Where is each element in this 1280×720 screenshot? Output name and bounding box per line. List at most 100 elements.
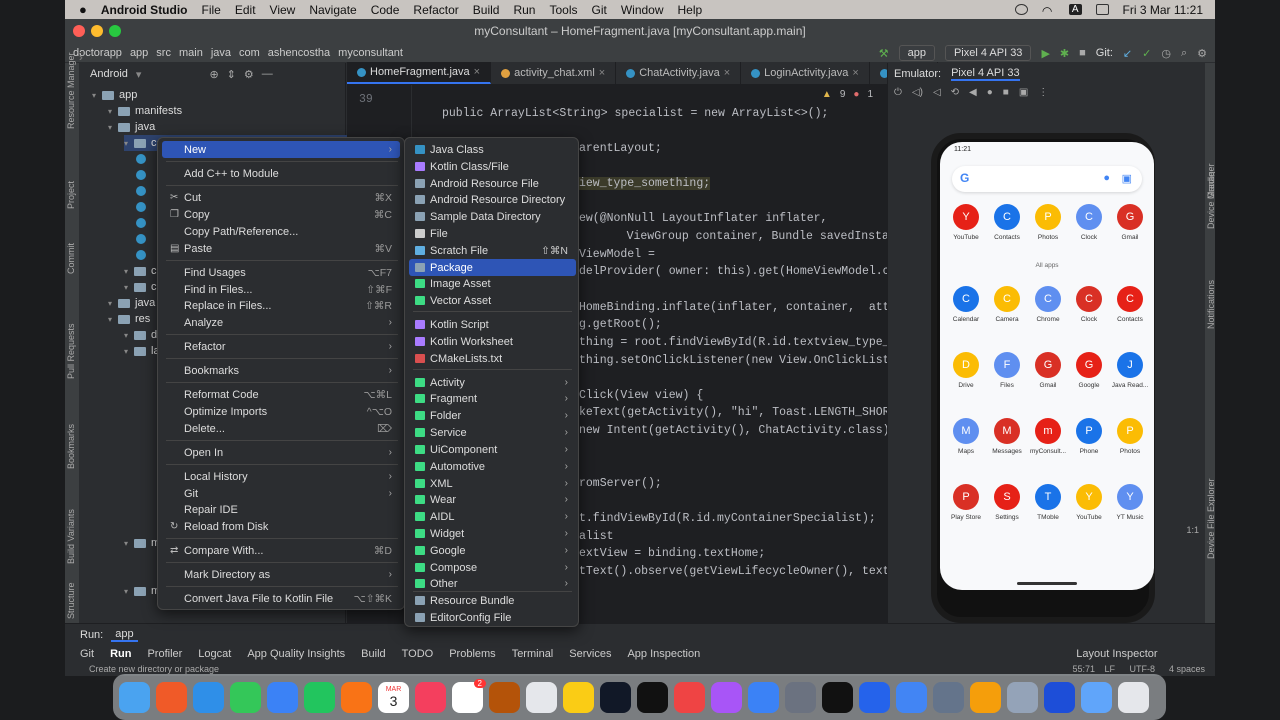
- hide-icon[interactable]: —: [262, 68, 273, 80]
- context-menu-item[interactable]: Delete... ⌦: [162, 420, 400, 437]
- app-icon[interactable]: C Calendar: [946, 286, 986, 323]
- tool-tab[interactable]: App Quality Insights: [247, 648, 345, 660]
- new-submenu-item[interactable]: Kotlin Script: [409, 316, 576, 333]
- mic-icon[interactable]: ●: [1103, 172, 1110, 184]
- app-icon[interactable]: C Clock: [1069, 286, 1109, 323]
- expand-arrow-icon[interactable]: ▾: [124, 331, 128, 340]
- app-icon[interactable]: P Photos: [1110, 418, 1150, 455]
- tool-tab[interactable]: Profiler: [147, 648, 182, 660]
- app-icon[interactable]: P Phone: [1069, 418, 1109, 455]
- git-update-icon[interactable]: ↙: [1123, 47, 1132, 60]
- wifi-icon[interactable]: ◠: [1042, 4, 1055, 18]
- minimize-window-button[interactable]: [91, 25, 103, 37]
- side-tool-label[interactable]: Commit: [66, 243, 76, 274]
- device-select[interactable]: Pixel 4 API 33: [944, 45, 1032, 61]
- dock-app-icon[interactable]: [637, 681, 668, 713]
- dock-app-icon[interactable]: [896, 681, 927, 713]
- new-submenu-item[interactable]: Wear ›: [409, 491, 576, 508]
- dock-app-icon[interactable]: [526, 681, 557, 713]
- new-submenu-item[interactable]: AIDL ›: [409, 508, 576, 525]
- new-submenu-item[interactable]: UiComponent ›: [409, 441, 576, 458]
- expand-arrow-icon[interactable]: ▾: [108, 315, 112, 324]
- side-tool-label[interactable]: Build Variants: [66, 509, 76, 564]
- tool-tab[interactable]: Git: [80, 648, 94, 660]
- breadcrumb-item[interactable]: myconsultant: [338, 47, 403, 59]
- expand-arrow-icon[interactable]: ▾: [124, 283, 128, 292]
- locate-icon[interactable]: ⊕: [209, 68, 218, 81]
- tool-tab[interactable]: Layout Inspector: [1076, 648, 1157, 660]
- context-menu-item[interactable]: Repair IDE: [162, 501, 400, 518]
- zoom-window-button[interactable]: [109, 25, 121, 37]
- tool-tab[interactable]: Terminal: [512, 648, 554, 660]
- context-menu-item[interactable]: Refactor ›: [162, 338, 400, 355]
- new-submenu-item[interactable]: Scratch File ⇧⌘N: [409, 242, 576, 259]
- dock-app-icon[interactable]: [489, 681, 520, 713]
- breadcrumb-item[interactable]: src: [156, 47, 171, 59]
- tree-class-row[interactable]: [136, 231, 151, 247]
- dock-app-icon[interactable]: [933, 681, 964, 713]
- new-submenu-item[interactable]: Package: [409, 259, 576, 276]
- context-menu-item[interactable]: ↻ Reload from Disk: [162, 518, 400, 535]
- app-icon[interactable]: C Contacts: [987, 204, 1027, 241]
- new-submenu-item[interactable]: Compose ›: [409, 559, 576, 576]
- phone-search-bar[interactable]: G ● ▣: [952, 166, 1142, 192]
- dock-app-icon[interactable]: [230, 681, 261, 713]
- expand-arrow-icon[interactable]: ▾: [92, 91, 96, 100]
- tree-class-row[interactable]: [136, 199, 151, 215]
- app-icon[interactable]: G Gmail: [1028, 352, 1068, 389]
- dock-app-icon[interactable]: [1044, 681, 1075, 713]
- context-menu-item[interactable]: Add C++ to Module: [162, 165, 400, 182]
- context-menu-item[interactable]: New ›: [162, 141, 400, 158]
- menubar-item[interactable]: Git: [591, 3, 606, 17]
- dock-app-icon[interactable]: [785, 681, 816, 713]
- new-submenu-item[interactable]: Java Class: [409, 141, 576, 158]
- lens-icon[interactable]: ▣: [1122, 172, 1132, 185]
- tree-row[interactable]: ▾ java: [108, 295, 155, 311]
- dock-app-icon[interactable]: [1118, 681, 1149, 713]
- menubar-item[interactable]: Build: [473, 3, 500, 17]
- new-submenu-item[interactable]: Kotlin Worksheet: [409, 333, 576, 350]
- side-tool-label[interactable]: Bookmarks: [66, 424, 76, 469]
- app-icon[interactable]: Y YouTube: [1069, 484, 1109, 521]
- tree-row[interactable]: ▾ res: [108, 311, 150, 327]
- new-submenu-item[interactable]: File: [409, 225, 576, 242]
- git-commit-icon[interactable]: ✓: [1142, 47, 1151, 60]
- tool-tab[interactable]: Problems: [449, 648, 495, 660]
- expand-arrow-icon[interactable]: ▾: [124, 267, 128, 276]
- menubar-item[interactable]: Tools: [549, 3, 577, 17]
- close-icon[interactable]: ×: [474, 66, 480, 78]
- editor-tab[interactable]: ChatActivity.java ×: [616, 62, 742, 84]
- context-menu-item[interactable]: Git ›: [162, 485, 400, 502]
- right-tool-label[interactable]: Device File Explorer: [1206, 478, 1215, 559]
- apple-icon[interactable]: ●: [79, 2, 87, 17]
- dock-app-icon[interactable]: [674, 681, 705, 713]
- context-menu-item[interactable]: Convert Java File to Kotlin File ⌥⇧⌘K: [162, 590, 400, 607]
- new-submenu-item[interactable]: Fragment ›: [409, 390, 576, 407]
- dock-app-icon[interactable]: [267, 681, 298, 713]
- rotate-icon[interactable]: ⟲: [951, 87, 959, 98]
- gear-icon[interactable]: ⚙: [244, 68, 254, 81]
- camera-icon[interactable]: ▣: [1019, 87, 1028, 98]
- tool-tab[interactable]: App Inspection: [627, 648, 700, 660]
- power-icon[interactable]: ⏻: [894, 87, 902, 98]
- close-icon[interactable]: ×: [599, 67, 605, 79]
- stop-icon[interactable]: ■: [1079, 47, 1086, 59]
- history-icon[interactable]: ◷: [1161, 47, 1171, 60]
- editor-tab[interactable]: activity_chat.xml ×: [491, 62, 617, 84]
- record-icon[interactable]: [1014, 4, 1028, 15]
- line-separator[interactable]: LF: [1104, 664, 1115, 674]
- tree-row[interactable]: ▾ java: [108, 119, 155, 135]
- new-submenu-item[interactable]: XML ›: [409, 475, 576, 492]
- inspection-summary[interactable]: ▲ 9 ● 1: [822, 89, 873, 100]
- expand-arrow-icon[interactable]: ▾: [108, 107, 112, 116]
- close-window-button[interactable]: [73, 25, 85, 37]
- app-icon[interactable]: C Contacts: [1110, 286, 1150, 323]
- app-icon[interactable]: P Play Store: [946, 484, 986, 521]
- side-tool-label[interactable]: Structure: [66, 582, 76, 619]
- file-encoding[interactable]: UTF-8: [1130, 664, 1156, 674]
- app-icon[interactable]: G Gmail: [1110, 204, 1150, 241]
- caret-position[interactable]: 55:71: [1072, 664, 1095, 674]
- battery-icon[interactable]: [1095, 4, 1109, 15]
- collapse-icon[interactable]: ⇕: [227, 68, 236, 81]
- menubar-item[interactable]: Window: [621, 3, 664, 17]
